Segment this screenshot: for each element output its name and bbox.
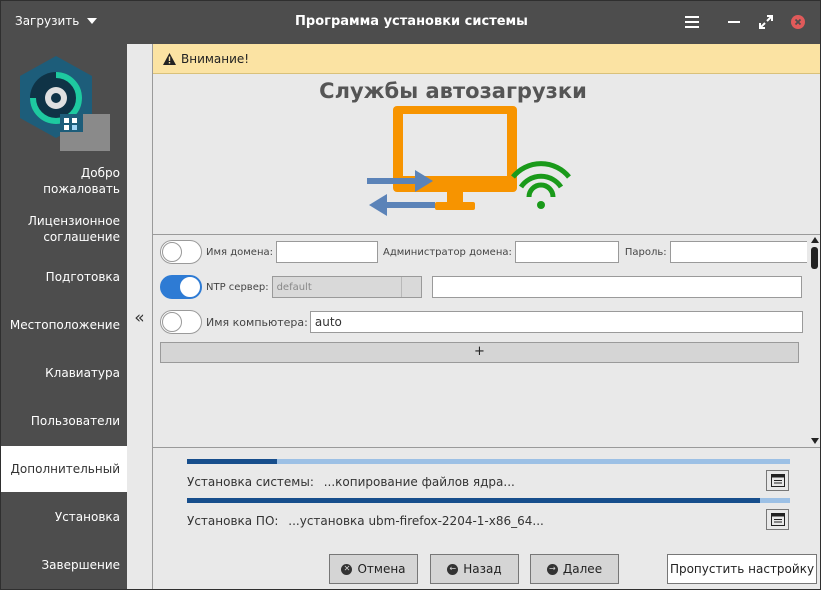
- domain-toggle[interactable]: [160, 240, 202, 264]
- cancel-icon: ✕: [341, 563, 353, 575]
- next-button[interactable]: → Далее: [530, 554, 619, 584]
- sidebar-item-finish[interactable]: Завершение: [1, 542, 127, 588]
- sidebar-item-label: Клавиатура: [45, 366, 120, 380]
- double-chevron-left-icon: «: [134, 307, 145, 328]
- sidebar-item-location[interactable]: Местоположение: [1, 302, 127, 348]
- close-button[interactable]: [787, 11, 809, 33]
- progress-area: Установка системы: ...копирование файлов…: [153, 448, 820, 589]
- autostart-services-illustration: [367, 106, 571, 216]
- scroll-up-icon[interactable]: [811, 237, 819, 243]
- ntp-toggle[interactable]: [160, 275, 202, 299]
- sidebar-item-label: Завершение: [41, 558, 120, 572]
- back-button-label: Назад: [463, 562, 502, 576]
- software-progress-text: Установка ПО: ...установка ubm-firefox-2…: [187, 514, 544, 528]
- app-logo-icon: [20, 56, 110, 151]
- minimize-button[interactable]: [723, 11, 745, 33]
- back-button[interactable]: ← Назад: [430, 554, 519, 584]
- skip-setup-button[interactable]: Пропустить настройку: [667, 554, 817, 584]
- ntp-server-select-value: default: [276, 281, 312, 293]
- sidebar-item-preparation[interactable]: Подготовка: [1, 254, 127, 300]
- dropdown-arrow-icon: [400, 277, 421, 297]
- load-menu-label: Загрузить: [15, 14, 80, 28]
- sidebar-item-additional[interactable]: Дополнительный: [1, 446, 127, 492]
- system-progress-status: ...копирование файлов ядра...: [323, 475, 515, 489]
- system-progress-label: Установка системы:: [187, 475, 314, 489]
- hostname-toggle[interactable]: [160, 310, 202, 334]
- ntp-row: NTP сервер: default: [160, 275, 802, 299]
- software-progress-label: Установка ПО:: [187, 514, 279, 528]
- sidebar-item-welcome[interactable]: Добро пожаловать: [1, 158, 127, 204]
- main-panel: Внимание! Службы автозагрузки Имя домена…: [152, 44, 820, 589]
- domain-admin-label: Администратор домена:: [382, 246, 512, 258]
- arrow-left-icon: ←: [447, 563, 459, 575]
- cancel-button[interactable]: ✕ Отмена: [329, 554, 418, 584]
- sidebar: Добро пожаловать Лицензионное соглашение…: [1, 44, 127, 589]
- domain-row: Имя домена: Администратор домена: Пароль…: [160, 240, 820, 264]
- form-scrollbar[interactable]: [807, 235, 820, 447]
- hostname-row: Имя компьютера: auto: [160, 310, 803, 334]
- password-label: Пароль:: [624, 246, 667, 258]
- sidebar-item-license[interactable]: Лицензионное соглашение: [1, 206, 127, 252]
- sidebar-item-label: Лицензионное соглашение: [27, 214, 120, 244]
- system-log-button[interactable]: [766, 470, 789, 491]
- system-progress-bar: [187, 459, 790, 464]
- warning-icon: [163, 52, 176, 65]
- password-input[interactable]: [669, 241, 820, 263]
- software-progress-status: ...установка ubm-firefox-2204-1-x86_64..…: [288, 514, 544, 528]
- cancel-button-label: Отмена: [357, 562, 406, 576]
- sidebar-item-label: Дополнительный: [10, 462, 120, 476]
- software-progress-bar: [187, 498, 790, 503]
- domain-name-label: Имя домена:: [206, 246, 273, 258]
- log-icon: [770, 474, 785, 487]
- hostname-label: Имя компьютера:: [206, 315, 308, 329]
- sidebar-item-users[interactable]: Пользователи: [1, 398, 127, 444]
- scroll-down-icon[interactable]: [811, 438, 819, 444]
- chevron-down-icon: [87, 18, 98, 24]
- collapse-sidebar-button[interactable]: «: [127, 44, 152, 589]
- sidebar-item-label: Пользователи: [30, 414, 120, 428]
- software-log-button[interactable]: [766, 509, 789, 530]
- domain-name-input[interactable]: [275, 241, 378, 263]
- close-icon: [791, 15, 805, 29]
- skip-setup-button-label: Пропустить настройку: [669, 562, 815, 576]
- services-hero: Службы автозагрузки: [153, 74, 820, 235]
- system-progress-text: Установка системы: ...копирование файлов…: [187, 475, 515, 489]
- software-progress-fill: [187, 498, 760, 503]
- warning-text: Внимание!: [181, 51, 250, 66]
- maximize-icon: [759, 15, 773, 29]
- hostname-input[interactable]: auto: [309, 311, 803, 333]
- hamburger-icon: [685, 16, 699, 28]
- wifi-icon: [511, 161, 571, 198]
- ntp-server-input[interactable]: [431, 276, 802, 298]
- ntp-server-select[interactable]: default: [271, 276, 422, 298]
- services-form: Имя домена: Администратор домена: Пароль…: [153, 235, 820, 448]
- arrow-right-icon: →: [546, 563, 558, 575]
- load-menu-button[interactable]: Загрузить: [15, 14, 98, 28]
- sidebar-item-label: Установка: [54, 510, 120, 524]
- ntp-server-label: NTP сервер:: [206, 281, 269, 293]
- sidebar-item-keyboard[interactable]: Клавиатура: [1, 350, 127, 396]
- maximize-button[interactable]: [755, 11, 777, 33]
- sidebar-item-label: Подготовка: [45, 270, 120, 284]
- title-bar: Загрузить Программа установки системы: [1, 1, 820, 44]
- next-button-label: Далее: [562, 562, 603, 576]
- scrollbar-thumb[interactable]: [811, 247, 818, 269]
- sidebar-item-label: Местоположение: [9, 318, 120, 332]
- warning-banner: Внимание!: [153, 44, 820, 74]
- domain-admin-input[interactable]: [514, 241, 619, 263]
- hamburger-menu-button[interactable]: [681, 11, 703, 33]
- minimize-icon: [728, 21, 740, 23]
- log-icon: [770, 513, 785, 526]
- system-progress-fill: [187, 459, 278, 464]
- add-field-button[interactable]: +: [160, 342, 799, 363]
- installer-window: Загрузить Программа установки системы До…: [0, 0, 821, 590]
- page-title: Службы автозагрузки: [319, 79, 587, 103]
- sidebar-item-label: Добро пожаловать: [43, 166, 120, 196]
- sidebar-item-installation[interactable]: Установка: [1, 494, 127, 540]
